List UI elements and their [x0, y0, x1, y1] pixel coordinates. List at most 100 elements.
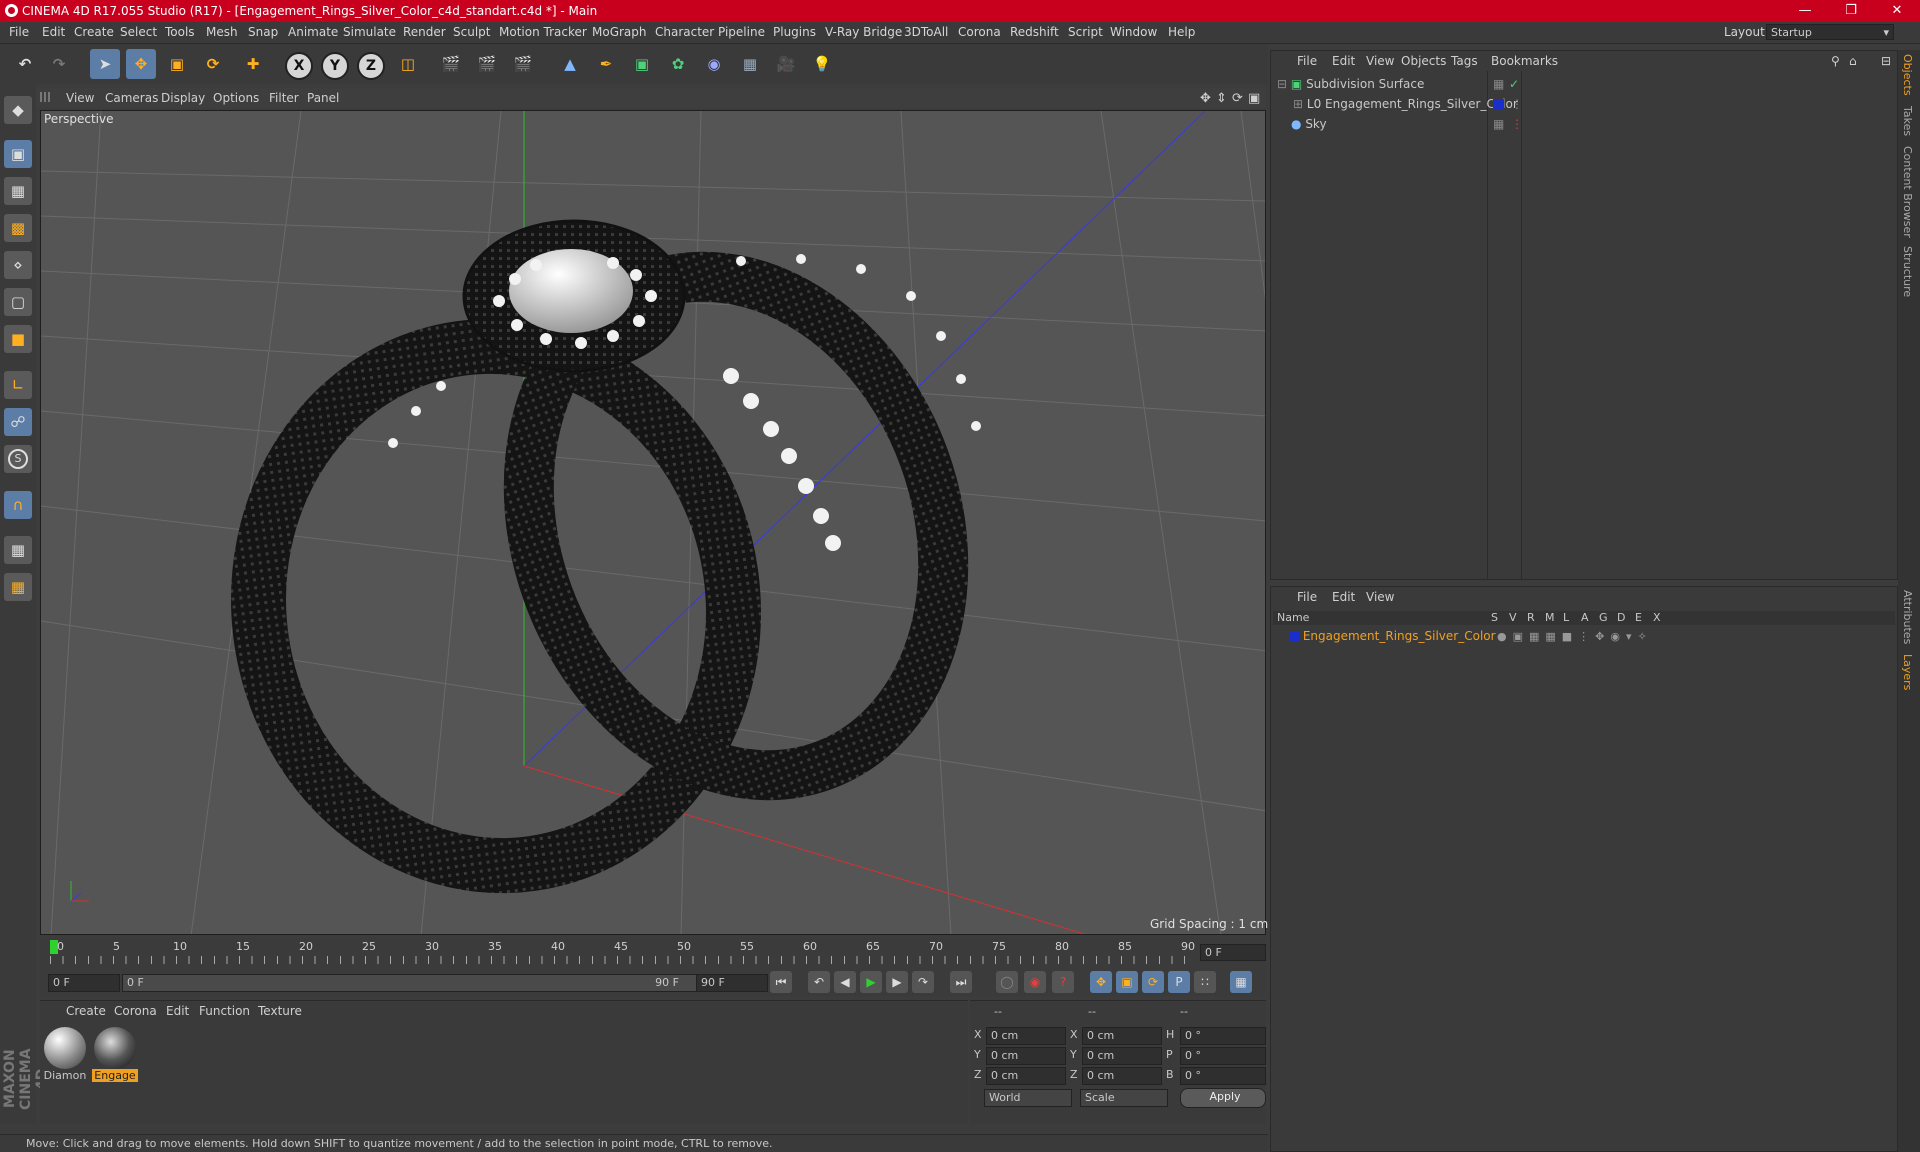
timeline-ruler[interactable]: 0 5 10 15 20 25 30 35 40 45 50 55 60 65 …: [40, 938, 1266, 968]
end-frame-field[interactable]: 90 F: [696, 974, 768, 992]
tab-takes[interactable]: Takes: [1901, 106, 1914, 136]
viewport-maximize-icon[interactable]: ▣: [1248, 91, 1260, 106]
workplane-snap-button[interactable]: ▦: [4, 573, 32, 601]
prev-frame-button[interactable]: ◀: [834, 971, 856, 993]
start-frame-field[interactable]: 0 F: [48, 974, 120, 992]
rotation-b-field[interactable]: 0 °: [1180, 1067, 1266, 1085]
render-settings-button[interactable]: 🎬: [508, 49, 538, 79]
axis-z-button[interactable]: Z: [357, 52, 385, 80]
rotation-p-field[interactable]: 0 °: [1180, 1047, 1266, 1065]
visibility-dots-icon[interactable]: ⋮: [1511, 115, 1523, 134]
key-position-button[interactable]: ✥: [1090, 971, 1112, 993]
menu-mesh[interactable]: Mesh: [206, 25, 238, 39]
viewport-move-icon[interactable]: ✥: [1200, 91, 1211, 106]
add-cube-button[interactable]: ▲: [555, 49, 585, 79]
object-menu-file[interactable]: File: [1297, 54, 1317, 68]
current-frame-field[interactable]: 0 F: [1200, 944, 1266, 961]
size-z-field[interactable]: 0 cm: [1082, 1067, 1162, 1085]
visibility-icon[interactable]: ▦: [1493, 75, 1504, 94]
viewport-perspective[interactable]: [40, 110, 1266, 935]
layer-row[interactable]: Engagement_Rings_Silver_Color ●▣▦▦■⋮✥◉▾✧: [1277, 627, 1707, 646]
menu-corona[interactable]: Corona: [958, 25, 1001, 39]
frame-range-slider[interactable]: 0 F 90 F: [122, 974, 698, 992]
edges-mode-button[interactable]: ▢: [4, 288, 32, 316]
texture-mode-button[interactable]: ▦: [4, 177, 32, 205]
size-x-field[interactable]: 0 cm: [1082, 1027, 1162, 1045]
object-row-engagement-rings[interactable]: ⊞ L0 Engagement_Rings_Silver_Color ⋮: [1277, 95, 1711, 114]
tree-toggle-icon[interactable]: ⊟: [1277, 77, 1287, 91]
viewport-dolly-icon[interactable]: ⇕: [1216, 91, 1227, 106]
live-select-button[interactable]: ✚: [238, 49, 268, 79]
select-tool-button[interactable]: ➤: [90, 49, 120, 79]
material-menu-function[interactable]: Function: [199, 1004, 250, 1018]
size-y-field[interactable]: 0 cm: [1082, 1047, 1162, 1065]
menu-file[interactable]: File: [9, 25, 29, 39]
object-row-sky[interactable]: ● Sky ▦ ⋮: [1277, 115, 1709, 134]
menu-tools[interactable]: Tools: [165, 25, 195, 39]
layer-color-swatch[interactable]: [1493, 99, 1504, 110]
menu-vray-bridge[interactable]: V-Ray Bridge: [825, 25, 902, 39]
axis-mode-button[interactable]: ∟: [4, 371, 32, 399]
layer-toggle-icons[interactable]: ●▣▦▦■⋮✥◉▾✧: [1497, 627, 1653, 646]
prev-key-button[interactable]: ↶: [808, 971, 830, 993]
undo-button[interactable]: ↶: [10, 49, 40, 79]
expand-icon[interactable]: ⊟: [1881, 54, 1891, 68]
next-key-button[interactable]: ↷: [912, 971, 934, 993]
axis-y-button[interactable]: Y: [321, 52, 349, 80]
tab-attributes[interactable]: Attributes: [1901, 590, 1914, 644]
visibility-dots-icon[interactable]: ⋮: [1511, 95, 1523, 114]
add-light-button[interactable]: 💡: [807, 49, 837, 79]
menu-redshift[interactable]: Redshift: [1010, 25, 1059, 39]
tab-structure[interactable]: Structure: [1901, 246, 1914, 297]
menu-edit[interactable]: Edit: [42, 25, 65, 39]
menu-create[interactable]: Create: [74, 25, 114, 39]
layer-color-swatch[interactable]: [1289, 631, 1299, 642]
viewport-menu-options[interactable]: Options: [213, 91, 259, 105]
close-button[interactable]: ✕: [1874, 0, 1920, 22]
goto-end-button[interactable]: ⏭: [950, 971, 972, 993]
add-floor-button[interactable]: ▦: [735, 49, 765, 79]
record-keys-button[interactable]: ◯: [996, 971, 1018, 993]
points-mode-button[interactable]: ⋄: [4, 251, 32, 279]
visibility-icon[interactable]: ▦: [1493, 115, 1504, 134]
material-swatch-diamond[interactable]: Diamon: [42, 1027, 88, 1085]
menu-script[interactable]: Script: [1068, 25, 1103, 39]
menu-motion-tracker[interactable]: Motion Tracker: [499, 25, 587, 39]
material-menu-corona[interactable]: Corona: [114, 1004, 157, 1018]
tab-layers[interactable]: Layers: [1901, 654, 1914, 690]
position-z-field[interactable]: 0 cm: [986, 1067, 1066, 1085]
key-parameter-button[interactable]: P: [1168, 971, 1190, 993]
play-button[interactable]: ▶: [860, 971, 882, 993]
viewport-menu-view[interactable]: View: [66, 91, 94, 105]
next-frame-button[interactable]: ▶: [886, 971, 908, 993]
axis-x-button[interactable]: X: [285, 52, 313, 80]
menu-animate[interactable]: Animate: [288, 25, 338, 39]
layout-dropdown[interactable]: Startup ▾: [1766, 24, 1894, 40]
layer-menu-view[interactable]: View: [1366, 590, 1394, 604]
menu-help[interactable]: Help: [1168, 25, 1195, 39]
viewport-menu-panel[interactable]: Panel: [307, 91, 339, 105]
search-icon[interactable]: ⚲: [1831, 54, 1840, 68]
add-subdivision-button[interactable]: ▣: [627, 49, 657, 79]
position-x-field[interactable]: 0 cm: [986, 1027, 1066, 1045]
lock-workplane-button[interactable]: ▦: [4, 536, 32, 564]
size-mode-dropdown[interactable]: Scale: [1080, 1089, 1168, 1107]
keyframe-selection-button[interactable]: ?: [1052, 971, 1074, 993]
timeline-window-button[interactable]: ▦: [1230, 971, 1252, 993]
coordinate-mode-dropdown[interactable]: World: [984, 1089, 1072, 1107]
menu-window[interactable]: Window: [1110, 25, 1157, 39]
polygons-mode-button[interactable]: ■: [4, 325, 32, 353]
material-menu-edit[interactable]: Edit: [166, 1004, 189, 1018]
tab-content-browser[interactable]: Content Browser: [1901, 146, 1914, 238]
material-swatch-engagement[interactable]: Engage: [92, 1027, 138, 1085]
material-menu-texture[interactable]: Texture: [258, 1004, 302, 1018]
viewport-rotate-icon[interactable]: ⟳: [1232, 91, 1243, 106]
menu-simulate[interactable]: Simulate: [343, 25, 396, 39]
rotate-tool-button[interactable]: ⟳: [198, 49, 228, 79]
menu-render[interactable]: Render: [403, 25, 446, 39]
layer-menu-file[interactable]: File: [1297, 590, 1317, 604]
rotation-h-field[interactable]: 0 °: [1180, 1027, 1266, 1045]
apply-button[interactable]: Apply: [1180, 1088, 1266, 1108]
redo-button[interactable]: ↷: [44, 49, 74, 79]
position-y-field[interactable]: 0 cm: [986, 1047, 1066, 1065]
